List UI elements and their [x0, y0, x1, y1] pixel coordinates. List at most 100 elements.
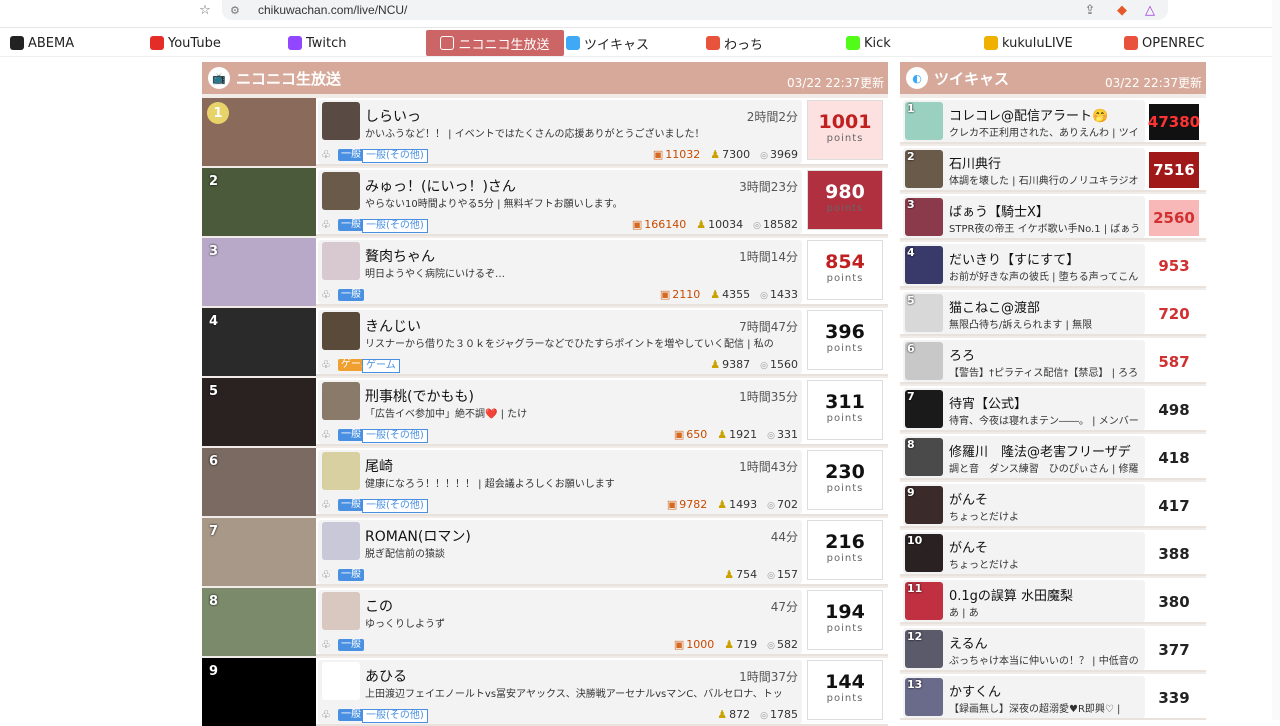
nav-tab-4[interactable]: ツイキャス	[566, 30, 696, 56]
stream-thumbnail[interactable]: 1	[202, 98, 316, 166]
nav-tab-0[interactable]: ABEMA	[10, 30, 140, 56]
nav-tab-7[interactable]: kukuluLIVE	[984, 30, 1114, 56]
twitcas-stream-row[interactable]: 13 かすくん 【録画無し】深夜の超溺愛♥R即興♡ | 339	[900, 674, 1206, 720]
nico-stream-row[interactable]: 4 きんじい 7時間47分 リスナーから借りた３０ｋをジャグラーなどでひたすらポイント…	[202, 308, 888, 376]
broadcaster-name[interactable]: 尾崎	[365, 456, 393, 476]
stream-info[interactable]: きんじい 7時間47分 リスナーから借りた３０ｋをジャグラーなどでひたすらポイントを…	[318, 310, 802, 374]
address-bar[interactable]: ⚙ chikuwachan.com/live/NCU/	[222, 0, 1168, 20]
broadcaster-name[interactable]: 修羅川 隆法@老害フリーザデ	[949, 441, 1131, 460]
follow-icon[interactable]: ♧	[321, 428, 335, 442]
nav-tab-1[interactable]: YouTube	[150, 30, 280, 56]
nav-tab-3[interactable]: ニコニコ生放送	[426, 30, 564, 56]
broadcaster-avatar[interactable]	[322, 522, 360, 560]
broadcaster-name[interactable]: だいきり【すにすて】	[949, 249, 1079, 268]
category-tag[interactable]: 一般(その他)	[362, 499, 428, 513]
broadcaster-avatar[interactable]	[322, 312, 360, 350]
nico-stream-row[interactable]: 6 尾崎 1時間43分 健康になろう！！！！！ | 超会議よろしくお願いします ♧ 一般一…	[202, 448, 888, 516]
share-icon[interactable]: ⇪	[1080, 0, 1100, 20]
broadcaster-name[interactable]: きんじい	[365, 316, 421, 336]
category-tag[interactable]: 一般(その他)	[362, 219, 428, 233]
nico-stream-row[interactable]: 9 あひる 1時間37分 上田渡辺フェイエノールトvs冨安アヤックス、決勝戦アーセナル…	[202, 658, 888, 726]
broadcaster-name[interactable]: コレコレ@配信アラート🤭	[949, 105, 1108, 124]
nico-stream-row[interactable]: 3 贅肉ちゃん 1時間14分明日ようやく病院にいけるぞ… ♧一般 2110 4355 143…	[202, 238, 888, 306]
broadcaster-name[interactable]: がんそ	[949, 537, 988, 556]
follow-icon[interactable]: ♧	[321, 638, 335, 652]
twitcas-stream-row[interactable]: 8 修羅川 隆法@老害フリーザデ 調と音 ダンス練習 ひのぴぃさん | 修羅 418	[900, 434, 1206, 480]
broadcaster-avatar[interactable]	[322, 592, 360, 630]
nico-stream-row[interactable]: 2 みゅっ！(にいっ！)さん 3時間23分 やらない10時間よりやる5分 | 無料ギフ…	[202, 168, 888, 236]
stream-info[interactable]: 6 ろろ 【警告】†ピラティス配信†【禁忌】 | ろろ	[903, 340, 1145, 382]
stream-info[interactable]: 4 だいきり【すにすて】 お前が好きな声の彼氏 | 堕ちる声ってこん	[903, 244, 1145, 286]
broadcaster-name[interactable]: 猫こねこ@渡部	[949, 297, 1040, 316]
nico-stream-row[interactable]: 5 刑事桃(でかもも) 1時間35分 「広告イベ参加中」絶不調❤️ | たけ ♧ 一般 一般…	[202, 378, 888, 446]
broadcaster-avatar[interactable]	[322, 382, 360, 420]
twitcas-stream-row[interactable]: 9 がんそ ちょっとだけよ 417	[900, 482, 1206, 528]
broadcaster-name[interactable]: 贅肉ちゃん	[365, 246, 435, 266]
stream-info[interactable]: 7 待宵【公式】 待宵、今夜は寝れまテン――。 | メンバー	[903, 388, 1145, 430]
stream-info[interactable]: 5 猫こねこ@渡部 無限凸待ち/訴えられます | 無限	[903, 292, 1145, 334]
stream-thumbnail[interactable]: 2	[202, 168, 316, 236]
stream-info[interactable]: 12 えるん ぶっちゃけ本当に仲いいの！？ | 中低音の	[903, 628, 1145, 670]
broadcaster-name[interactable]: しらいっ	[365, 106, 421, 126]
broadcaster-name[interactable]: ろろ	[949, 345, 975, 364]
stream-info[interactable]: みゅっ！(にいっ！)さん 3時間23分 やらない10時間よりやる5分 | 無料ギフト…	[318, 170, 802, 234]
stream-info[interactable]: 10 がんそ ちょっとだけよ	[903, 532, 1145, 574]
follow-icon[interactable]: ♧	[321, 568, 335, 582]
broadcaster-name[interactable]: 待宵【公式】	[949, 393, 1027, 412]
category-tag[interactable]: 一般(その他)	[362, 149, 428, 163]
nav-tab-8[interactable]: OPENREC	[1124, 30, 1254, 56]
broadcaster-avatar[interactable]	[322, 172, 360, 210]
broadcaster-name[interactable]: あひる	[365, 666, 407, 686]
twitcas-stream-row[interactable]: 7 待宵【公式】 待宵、今夜は寝れまテン――。 | メンバー 498	[900, 386, 1206, 432]
twitcas-stream-row[interactable]: 2 石川典行 体調を壊した | 石川典行のノリユキラジオ 7516	[900, 146, 1206, 192]
stream-info[interactable]: 1 コレコレ@配信アラート🤭 クレカ不正利用された、ありえんわ | ツイ	[903, 100, 1145, 142]
nav-tab-6[interactable]: Kick	[846, 30, 976, 56]
broadcaster-avatar[interactable]	[322, 102, 360, 140]
broadcaster-name[interactable]: ROMAN(ロマン)	[365, 526, 471, 546]
stream-info[interactable]: 贅肉ちゃん 1時間14分明日ようやく病院にいけるぞ… ♧一般 2110 4355 1433	[318, 240, 802, 304]
stream-thumbnail[interactable]: 5	[202, 378, 316, 446]
category-tag[interactable]: 一般(その他)	[362, 709, 428, 723]
broadcaster-name[interactable]: 刑事桃(でかもも)	[365, 386, 474, 406]
stream-info[interactable]: 刑事桃(でかもも) 1時間35分 「広告イベ参加中」絶不調❤️ | たけ ♧ 一般 一般(…	[318, 380, 802, 444]
twitcas-stream-row[interactable]: 12 えるん ぶっちゃけ本当に仲いいの！？ | 中低音の 377	[900, 626, 1206, 672]
follow-icon[interactable]: ♧	[321, 288, 335, 302]
broadcaster-name[interactable]: みゅっ！(にいっ！)さん	[365, 176, 516, 196]
twitcas-stream-row[interactable]: 6 ろろ 【警告】†ピラティス配信†【禁忌】 | ろろ 587	[900, 338, 1206, 384]
nav-tab-5[interactable]: わっち	[706, 30, 836, 56]
stream-info[interactable]: 尾崎 1時間43分 健康になろう！！！！！ | 超会議よろしくお願いします ♧ 一般 一般…	[318, 450, 802, 514]
site-info-icon[interactable]: ⚙	[230, 4, 246, 17]
stream-info[interactable]: ROMAN(ロマン) 44分脱ぎ配信前の猿談 ♧一般 754 157	[318, 520, 802, 584]
nico-stream-row[interactable]: 7 ROMAN(ロマン) 44分脱ぎ配信前の猿談 ♧一般 754 157 216points	[202, 518, 888, 586]
twitcas-stream-row[interactable]: 10 がんそ ちょっとだけよ 388	[900, 530, 1206, 576]
stream-thumbnail[interactable]: 8	[202, 588, 316, 656]
twitcas-stream-row[interactable]: 4 だいきり【すにすて】 お前が好きな声の彼氏 | 堕ちる声ってこん 953	[900, 242, 1206, 288]
nico-stream-row[interactable]: 8 この 47分ゆっくりしようず ♧一般 1000 719 582 194points	[202, 588, 888, 656]
nav-tab-2[interactable]: Twitch	[288, 30, 418, 56]
url-text[interactable]: chikuwachan.com/live/NCU/	[258, 3, 407, 17]
stream-info[interactable]: あひる 1時間37分 上田渡辺フェイエノールトvs冨安アヤックス、決勝戦アーセナルv…	[318, 660, 802, 724]
triangle-extension-icon[interactable]: △	[1140, 0, 1160, 20]
broadcaster-name[interactable]: がんそ	[949, 489, 988, 508]
category-tag[interactable]: 一般(その他)	[362, 429, 428, 443]
stream-thumbnail[interactable]: 3	[202, 238, 316, 306]
stream-info[interactable]: 11 0.1gの誤算 水田魔梨あ | あ	[903, 580, 1145, 622]
broadcaster-name[interactable]: えるん	[949, 633, 988, 652]
category-tag[interactable]: ゲーム	[362, 359, 400, 373]
follow-icon[interactable]: ♧	[321, 218, 335, 232]
follow-icon[interactable]: ♧	[321, 148, 335, 162]
broadcaster-name[interactable]: かすくん	[949, 681, 1001, 700]
stream-info[interactable]: 8 修羅川 隆法@老害フリーザデ 調と音 ダンス練習 ひのぴぃさん | 修羅	[903, 436, 1145, 478]
stream-info[interactable]: 9 がんそ ちょっとだけよ	[903, 484, 1145, 526]
stream-info[interactable]: この 47分ゆっくりしようず ♧一般 1000 719 582	[318, 590, 802, 654]
broadcaster-avatar[interactable]	[322, 662, 360, 700]
follow-icon[interactable]: ♧	[321, 358, 335, 372]
broadcaster-name[interactable]: この	[365, 596, 393, 616]
stream-thumbnail[interactable]: 6	[202, 448, 316, 516]
twitcas-stream-row[interactable]: 3 ばぁう【騎士X】 STPR夜の帝王 イケボ歌い手No.1 | ばぁう 2560	[900, 194, 1206, 240]
stream-thumbnail[interactable]: 4	[202, 308, 316, 376]
nico-stream-row[interactable]: 1 しらいっ 2時間2分 かいふうなど！！ | イベントではたくさんの応援ありがとうご…	[202, 98, 888, 166]
brave-shield-icon[interactable]: ◆	[1112, 0, 1132, 20]
bookmark-icon[interactable]: ☆	[196, 0, 214, 20]
stream-thumbnail[interactable]: 9	[202, 658, 316, 726]
